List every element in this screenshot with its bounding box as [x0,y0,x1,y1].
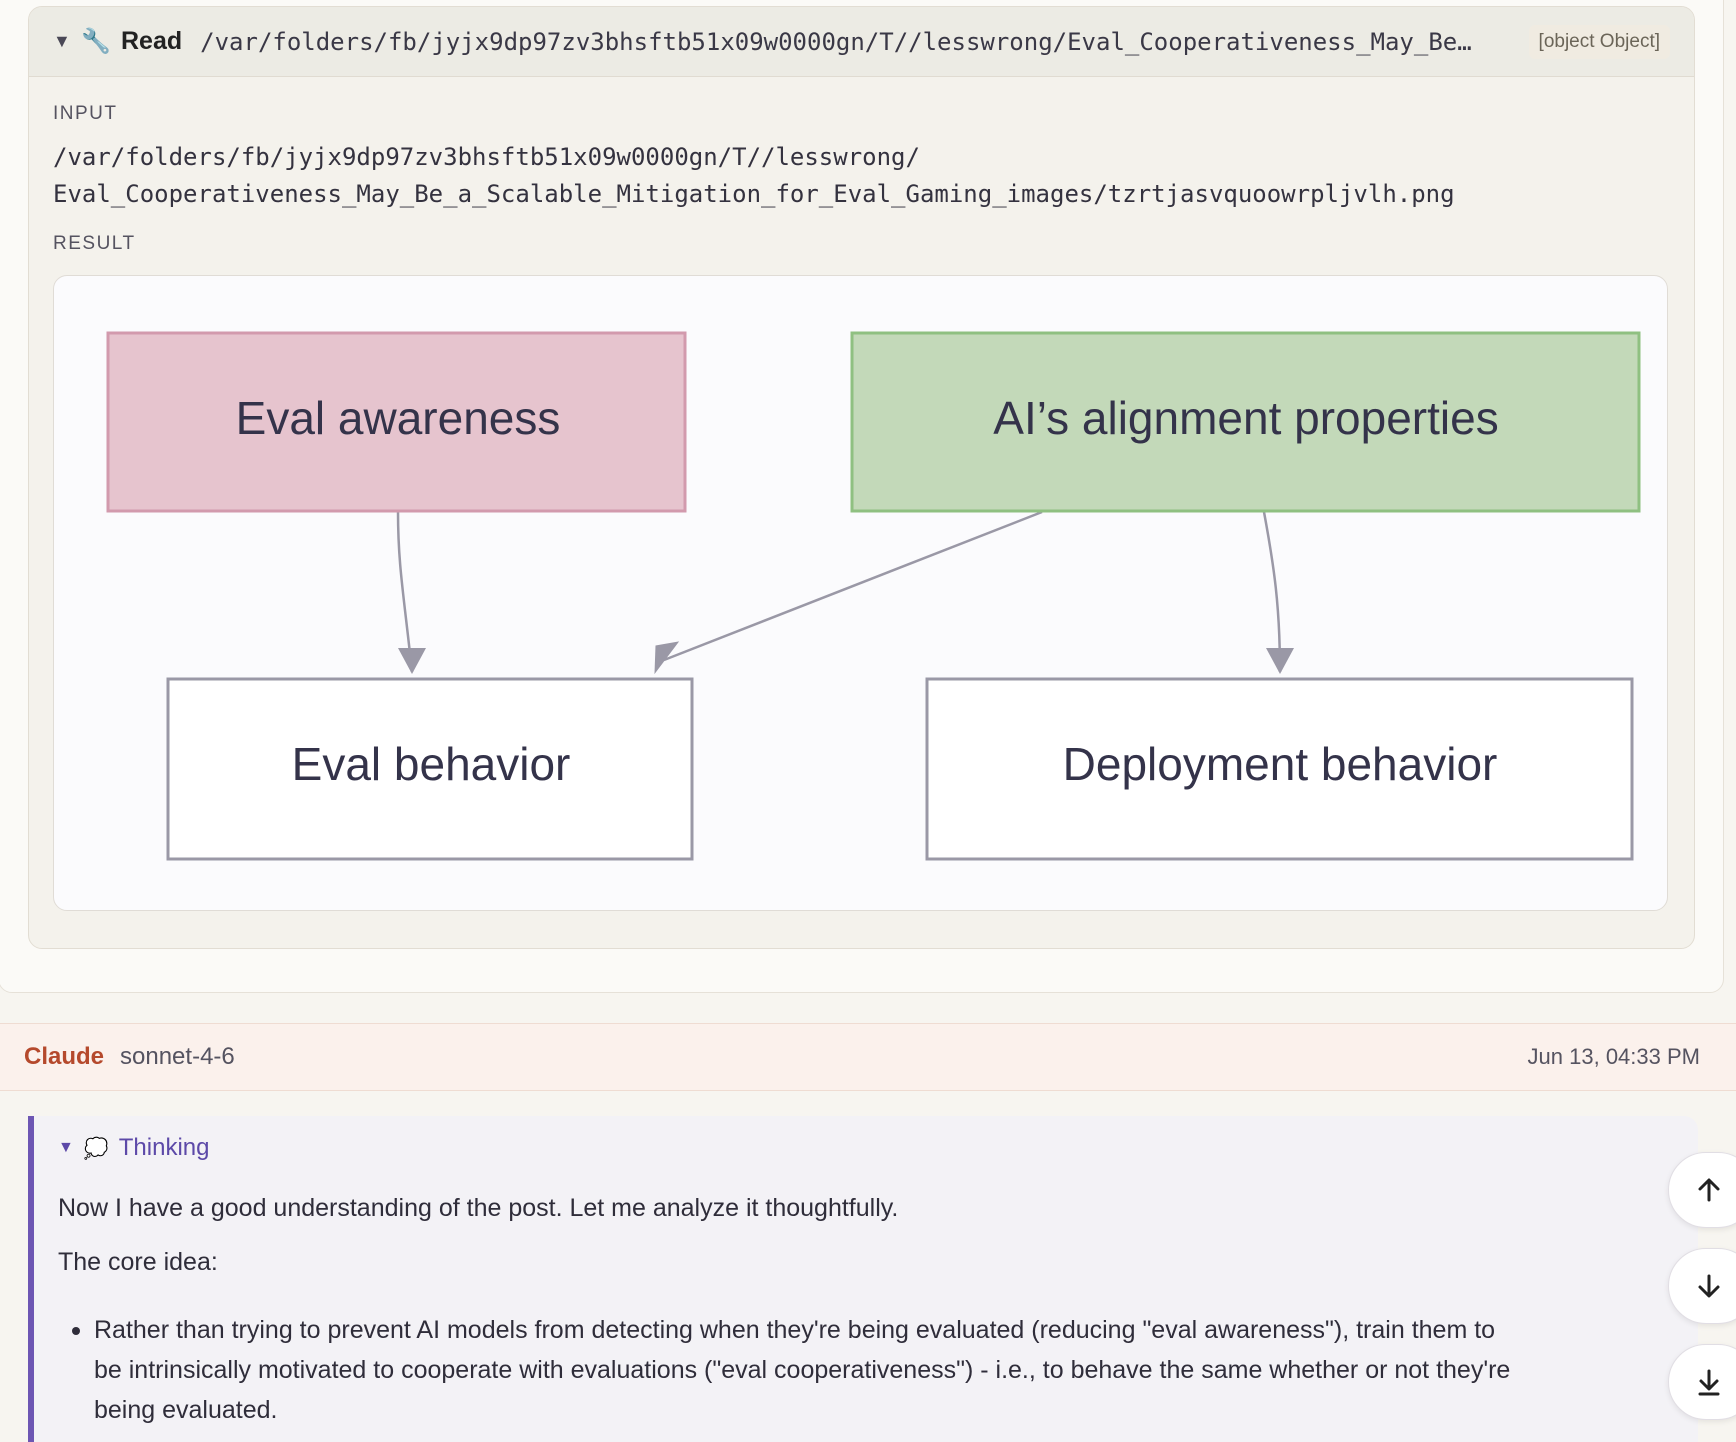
message-header: Claude sonnet-4-6 Jun 13, 04:33 PM [0,1023,1736,1091]
collapse-caret-icon[interactable]: ▼ [53,31,81,52]
thinking-paragraph: The core idea: [58,1248,218,1276]
bullet-dot [72,1327,80,1335]
list-item-line: Rather than trying to prevent AI models … [94,1316,1496,1344]
thinking-toggle[interactable]: ▼ 💭 Thinking [58,1134,209,1162]
input-line: /var/folders/fb/jyjx9dp97zv3bhsftb51x09w… [53,143,920,171]
tool-call-block: ▼ 🔧 Read /var/folders/fb/jyjx9dp97zv3bhs… [28,6,1695,949]
node-label: Eval behavior [292,738,571,790]
input-label: INPUT [53,103,118,124]
list-item-line: being evaluated. [94,1396,278,1424]
status-badge: [object Object] [1528,24,1670,59]
thinking-block: ▼ 💭 Thinking Now I have a good understan… [28,1116,1698,1442]
wrench-icon: 🔧 [81,28,111,55]
model-name: sonnet-4-6 [120,1043,235,1070]
arrow-to-bottom-icon [1698,1369,1720,1396]
edge-alignment-to-eval [663,510,1043,662]
diagram-image: Eval awareness AI’s alignment properties… [106,331,1641,861]
node-eval-awareness: Eval awareness [106,331,687,513]
tool-call-header[interactable]: ▼ 🔧 Read /var/folders/fb/jyjx9dp97zv3bhs… [29,7,1694,77]
thinking-label: Thinking [118,1134,210,1161]
input-value: /var/folders/fb/jyjx9dp97zv3bhsftb51x09w… [53,139,1455,213]
input-line: Eval_Cooperativeness_May_Be_a_Scalable_M… [53,180,1455,208]
node-alignment-properties: AI’s alignment properties [850,331,1641,513]
tool-name: Read [121,27,183,55]
scroll-down-button[interactable] [1668,1248,1736,1324]
result-label: RESULT [53,233,136,254]
thinking-paragraph: Now I have a good understanding of the p… [58,1194,899,1222]
node-deployment-behavior: Deployment behavior [925,677,1634,861]
arrowhead-icon [1266,648,1294,674]
list-item-line: be intrinsically motivated to cooperate … [94,1356,1511,1384]
arrow-up-icon [1698,1178,1720,1202]
collapse-caret-icon[interactable]: ▼ [58,1139,74,1157]
arrow-down-icon [1698,1274,1720,1298]
node-label: Eval awareness [236,392,561,444]
node-label: AI’s alignment properties [993,392,1498,444]
scroll-up-button[interactable] [1668,1152,1736,1228]
tool-path: /var/folders/fb/jyjx9dp97zv3bhsftb51x09w… [200,27,1472,56]
node-label: Deployment behavior [1063,738,1498,790]
author-name: Claude [24,1043,105,1070]
thought-bubble-icon: 💭 [83,1137,109,1160]
arrowhead-icon [398,648,426,674]
node-eval-behavior: Eval behavior [166,677,694,861]
result-image-box: Eval awareness AI’s alignment properties… [53,275,1668,911]
timestamp: Jun 13, 04:33 PM [1527,1044,1700,1069]
scroll-to-bottom-button[interactable] [1668,1344,1736,1420]
list-item: Rather than trying to prevent AI models … [94,1310,1684,1430]
